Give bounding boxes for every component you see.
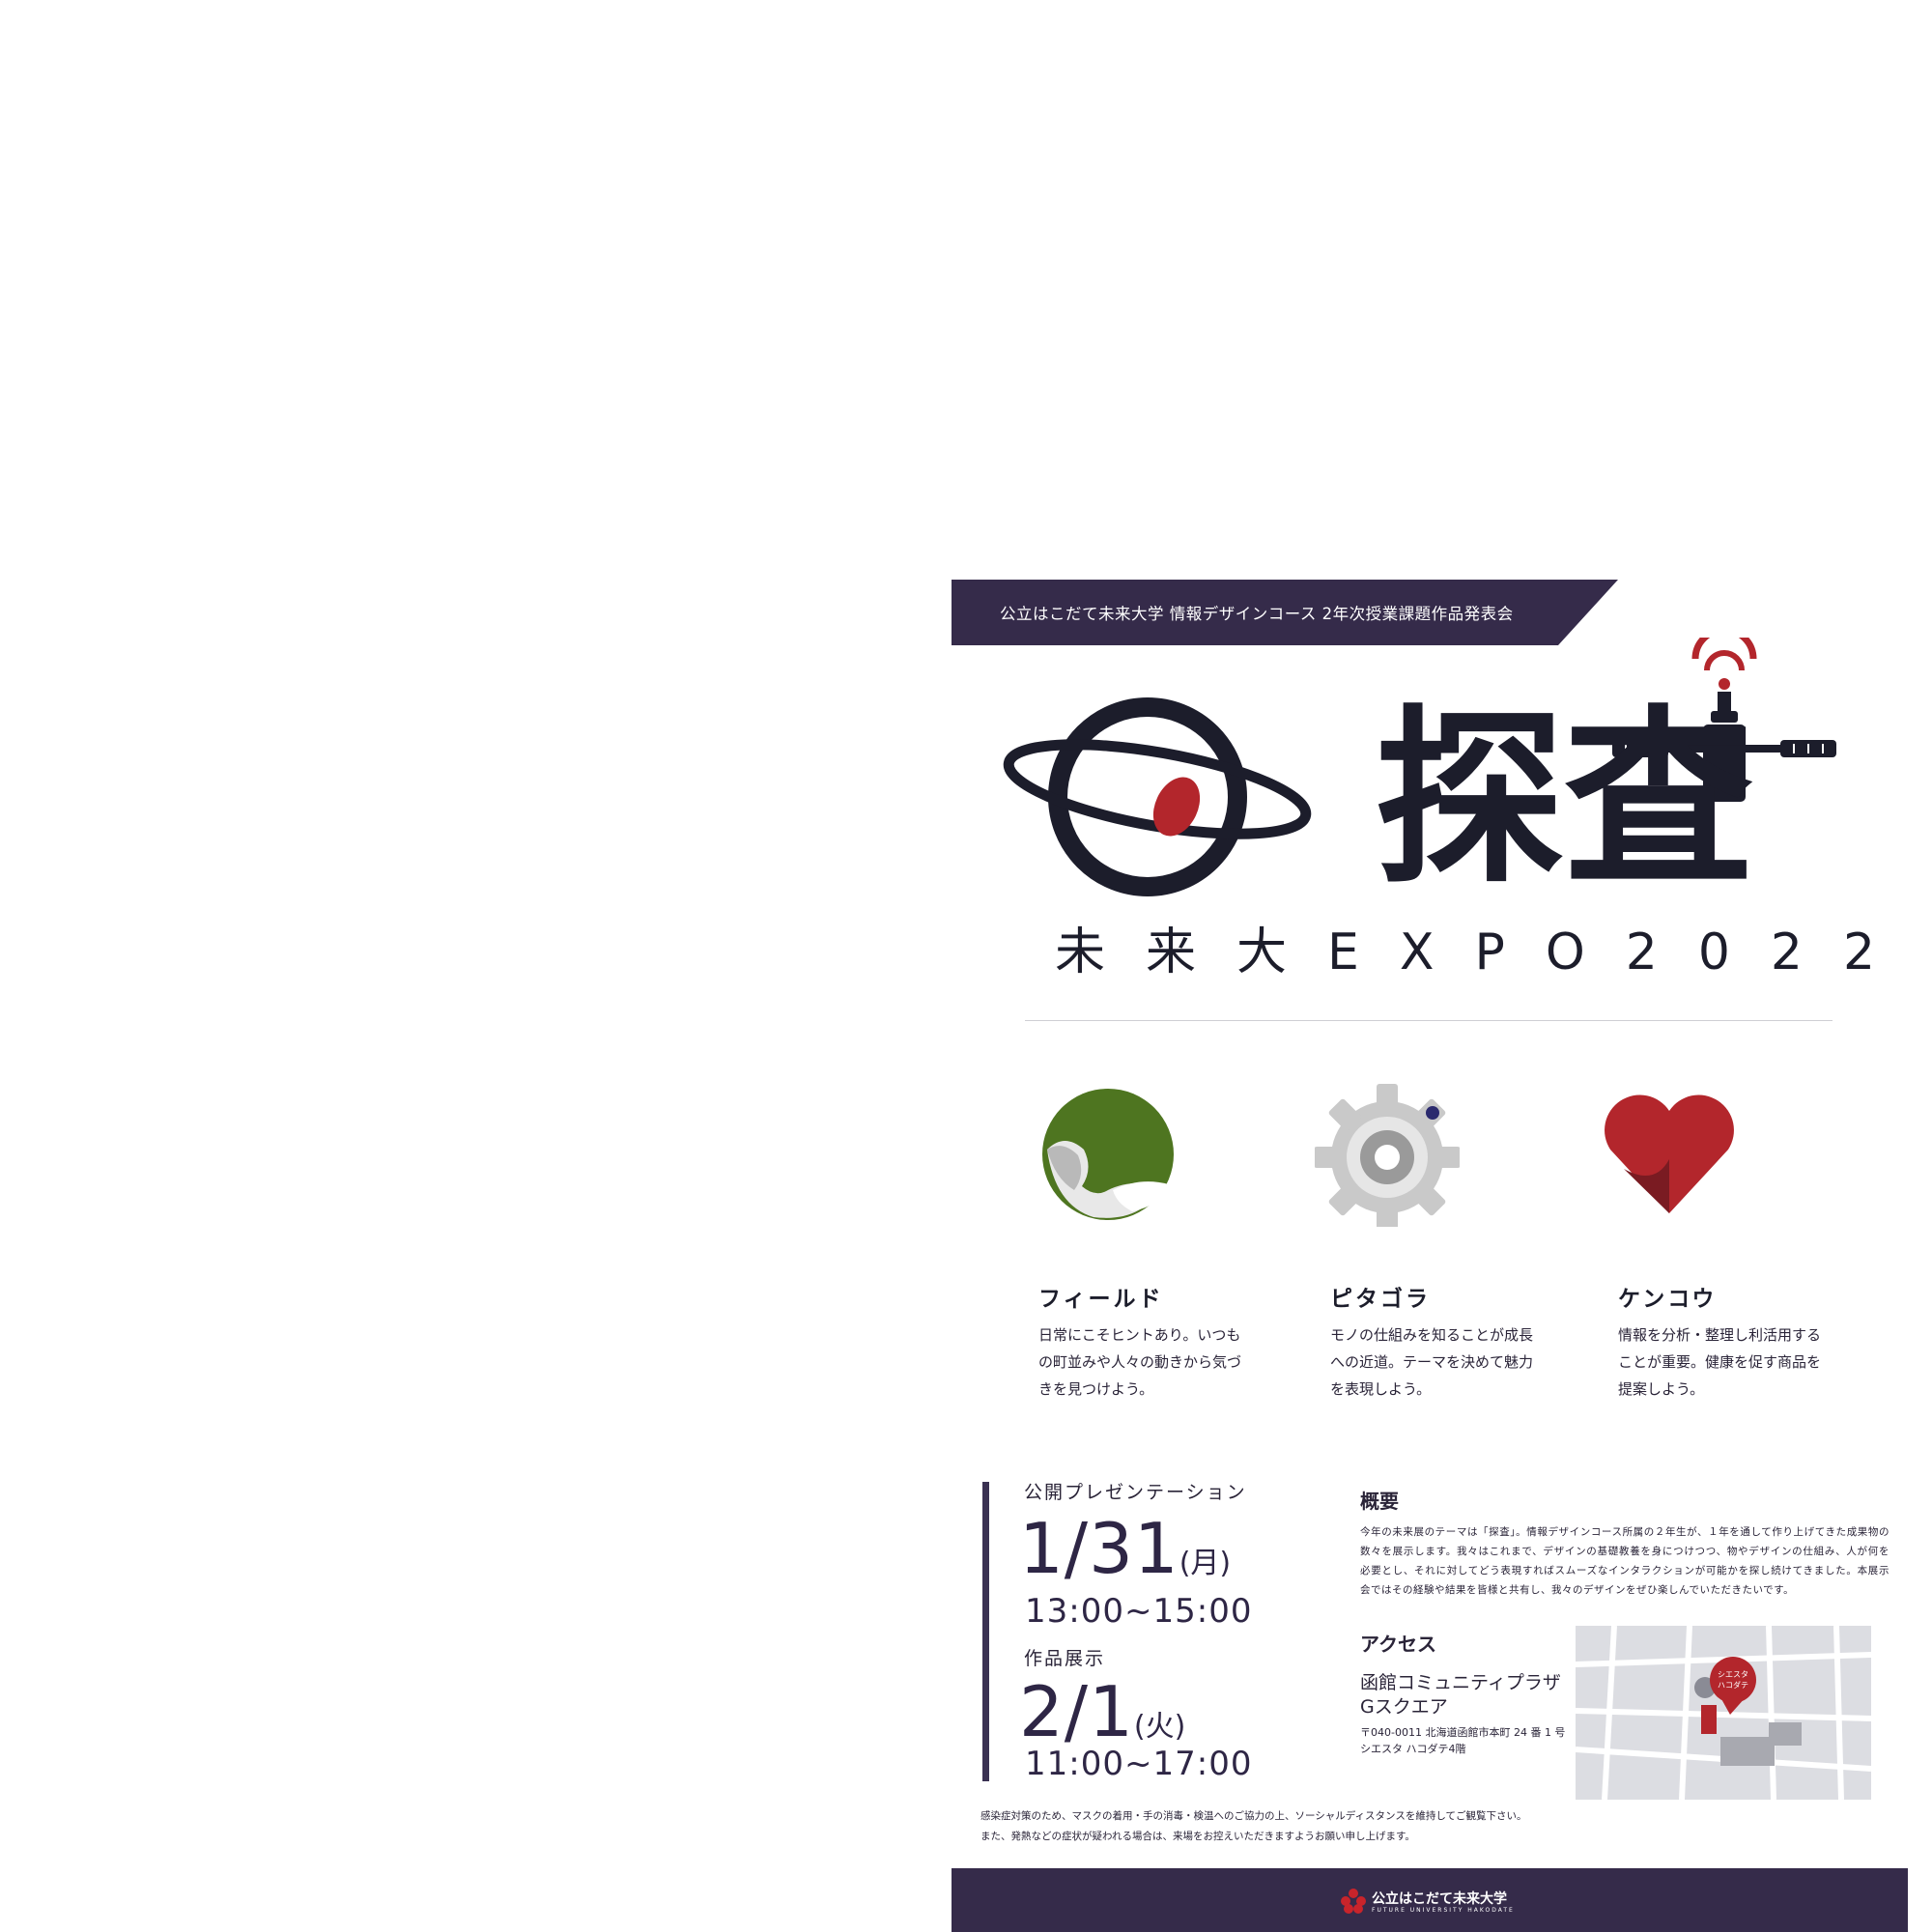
gear-icon [1315,1084,1460,1227]
notice-line-1: 感染症対策のため、マスクの着用・手の消毒・検温へのご協力の上、ソーシャルディスタ… [980,1810,1527,1822]
planet-icon [1003,697,1312,896]
exhibition-day: (火) [1133,1710,1186,1744]
exhibition-label: 作品展示 [1024,1648,1106,1669]
logo-title-kanji: 探査 [1375,690,1754,910]
address-line-2: シエスタ ハコダテ4階 [1360,1743,1466,1755]
venue-name: 函館コミュニティプラザ Gスクエア [1360,1671,1561,1719]
address-line-1: 〒040-0011 北海道函館市本町 24 番 1 号 [1360,1726,1566,1739]
presentation-date: 1/31(月) [1019,1508,1232,1589]
header-ribbon-text: 公立はこだて未来大学 情報デザインコース 2年次授業課題作品発表会 [1000,605,1514,623]
theme-title-pitagora: ピタゴラ [1330,1287,1431,1312]
leaf-globe-icon [1042,1089,1174,1220]
presentation-time: 13:00~15:00 [1025,1592,1253,1631]
notice-line-2: また、発熱などの症状が疑われる場合は、来場をお控えいただきますようお願い申し上げ… [980,1831,1415,1842]
exhibition-date: 2/1(火) [1019,1671,1186,1752]
presentation-label: 公開プレゼンテーション [1024,1482,1247,1503]
theme-title-kenkou: ケンコウ [1618,1287,1718,1312]
venue-line-1: 函館コミュニティプラザ [1360,1672,1561,1693]
logo-expo-text: 未来大EXPO2022 [1055,923,1917,981]
presentation-day: (月) [1179,1547,1232,1580]
heart-icon [1605,1094,1734,1213]
footer-university-name-en: FUTURE UNIVERSITY HAKODATE [1372,1907,1515,1914]
svg-text:シエスタ: シエスタ [1718,1670,1748,1679]
theme-title-field: フィールド [1038,1287,1164,1312]
overview-heading: 概要 [1360,1490,1399,1513]
footer-university-name: 公立はこだて未来大学 [1372,1891,1507,1907]
schedule-accent-bar [982,1482,989,1781]
exhibition-time: 11:00~17:00 [1025,1745,1253,1783]
university-logo-icon [1341,1889,1366,1914]
svg-text:ハコダテ: ハコダテ [1718,1680,1748,1690]
venue-line-2: Gスクエア [1360,1696,1448,1718]
poster: 公立はこだて未来大学 情報デザインコース 2年次授業課題作品発表会 探査 未来大… [952,580,1908,1932]
access-map[interactable]: シエスタ ハコダテ [1576,1626,1871,1800]
divider [1025,1020,1833,1021]
footer: 公立はこだて未来大学 FUTURE UNIVERSITY HAKODATE [952,1868,1908,1932]
theme-desc-pitagora: モノの仕組みを知ることが成長への近道。テーマを決めて魅力を表現しよう。 [1330,1326,1534,1398]
theme-desc-field: 日常にこそヒントあり。いつもの町並みや人々の動きから気づきを見つけよう。 [1038,1326,1242,1398]
access-heading: アクセス [1360,1633,1436,1656]
venue-address: 〒040-0011 北海道函館市本町 24 番 1 号 シエスタ ハコダテ4階 [1360,1724,1565,1757]
theme-desc-kenkou: 情報を分析・整理し利活用することが重要。健康を促す商品を提案しよう。 [1618,1326,1822,1398]
overview-body: 今年の未来展のテーマは「探査」。情報デザインコース所属の２年生が、１年を通して作… [1360,1526,1889,1596]
notice: 感染症対策のため、マスクの着用・手の消毒・検温へのご協力の上、ソーシャルディスタ… [980,1806,1850,1847]
